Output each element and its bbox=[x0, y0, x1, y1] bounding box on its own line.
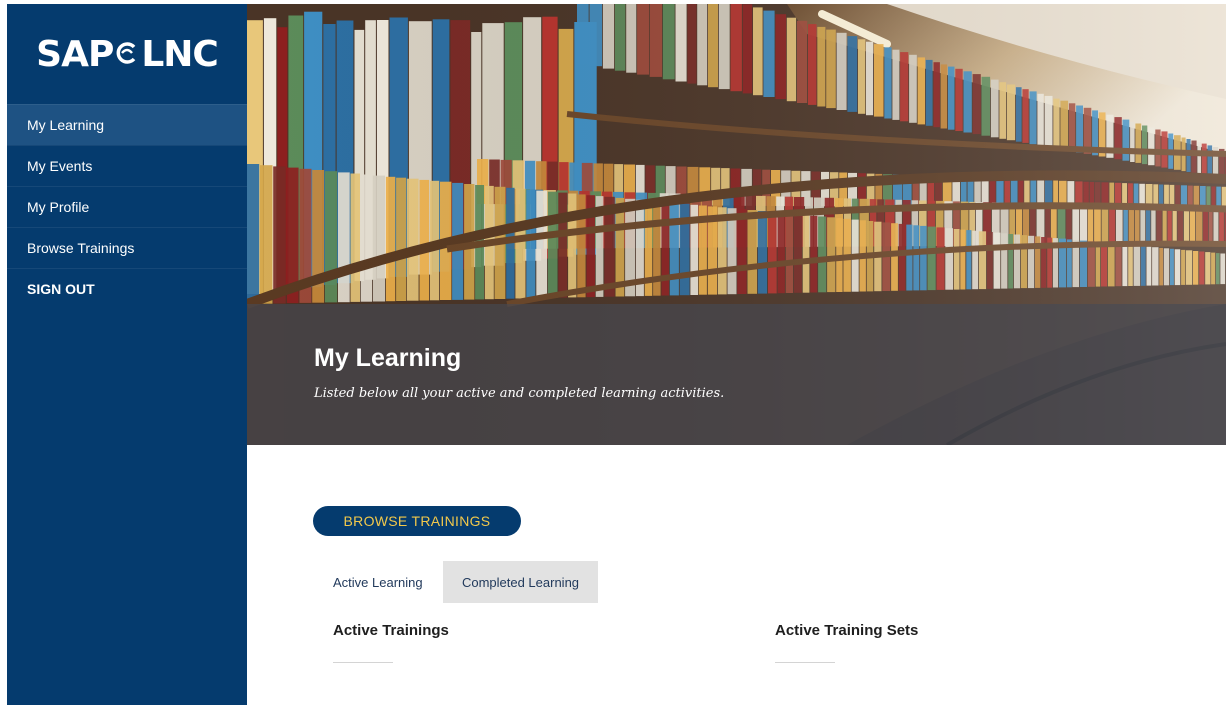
sidebar-item-my-profile[interactable]: My Profile bbox=[7, 186, 247, 227]
tab-completed-learning[interactable]: Completed Learning bbox=[443, 561, 598, 603]
sidebar-item-browse-trainings[interactable]: Browse Trainings bbox=[7, 227, 247, 268]
active-training-sets-heading: Active Training Sets bbox=[775, 622, 919, 639]
sidebar-item-label: My Profile bbox=[27, 199, 90, 215]
page-title: My Learning bbox=[314, 344, 462, 372]
section-divider bbox=[333, 662, 393, 663]
tab-active-learning[interactable]: Active Learning bbox=[313, 561, 443, 603]
logo[interactable]: SAP LNC bbox=[7, 4, 247, 104]
page-subtitle: Listed below all your active and complet… bbox=[314, 386, 725, 401]
sidebar-nav: My Learning My Events My Profile Browse … bbox=[7, 104, 247, 309]
sidebar-item-label: SIGN OUT bbox=[27, 281, 95, 297]
hero-caption-band bbox=[247, 304, 1226, 445]
logo-mark-icon bbox=[114, 34, 140, 75]
section-divider bbox=[775, 662, 835, 663]
logo-text-left: SAP bbox=[36, 33, 114, 75]
sidebar-item-label: Browse Trainings bbox=[27, 240, 135, 256]
sidebar-item-sign-out[interactable]: SIGN OUT bbox=[7, 268, 247, 309]
active-trainings-heading: Active Trainings bbox=[333, 622, 449, 639]
sidebar-item-my-learning[interactable]: My Learning bbox=[7, 104, 247, 145]
sidebar: SAP LNC My Learning My Events My Profile… bbox=[7, 4, 247, 705]
sidebar-item-label: My Learning bbox=[27, 117, 105, 133]
logo-text-right: LNC bbox=[141, 33, 218, 75]
browse-trainings-button[interactable]: BROWSE TRAININGS bbox=[313, 506, 521, 536]
sidebar-item-my-events[interactable]: My Events bbox=[7, 145, 247, 186]
hero-banner: My Learning Listed below all your active… bbox=[247, 4, 1226, 445]
page: SAP LNC My Learning My Events My Profile… bbox=[0, 0, 1226, 705]
sidebar-item-label: My Events bbox=[27, 158, 93, 174]
